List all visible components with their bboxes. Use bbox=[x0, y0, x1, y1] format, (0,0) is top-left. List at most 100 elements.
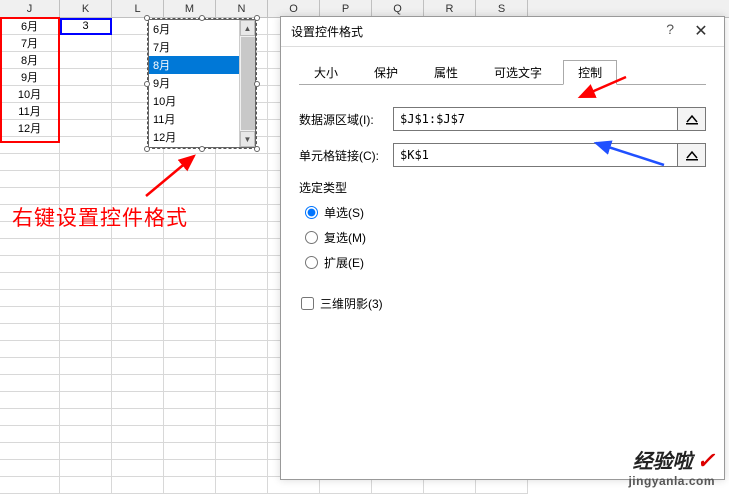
cell[interactable] bbox=[216, 256, 268, 273]
cell[interactable] bbox=[0, 137, 60, 154]
listbox-scrollbar[interactable]: ▲ ▼ bbox=[239, 20, 255, 147]
col-header-L[interactable]: L bbox=[112, 0, 164, 17]
cell[interactable] bbox=[164, 307, 216, 324]
cell[interactable] bbox=[164, 392, 216, 409]
cell[interactable] bbox=[112, 392, 164, 409]
cell[interactable] bbox=[164, 256, 216, 273]
scroll-up-button[interactable]: ▲ bbox=[240, 20, 255, 36]
cell[interactable] bbox=[112, 171, 164, 188]
cell[interactable] bbox=[112, 273, 164, 290]
cell[interactable] bbox=[0, 341, 60, 358]
col-header-P[interactable]: P bbox=[320, 0, 372, 17]
cell[interactable] bbox=[164, 154, 216, 171]
cell[interactable] bbox=[216, 324, 268, 341]
handle-right[interactable] bbox=[254, 81, 260, 87]
cell[interactable]: 12月 bbox=[0, 120, 60, 137]
col-header-R[interactable]: R bbox=[424, 0, 476, 17]
selection-type-radio[interactable] bbox=[305, 256, 318, 269]
tab-properties[interactable]: 属性 bbox=[419, 60, 473, 85]
cell[interactable]: 7月 bbox=[0, 35, 60, 52]
cell[interactable] bbox=[112, 358, 164, 375]
cell[interactable] bbox=[216, 460, 268, 477]
handle-bottom-right[interactable] bbox=[254, 146, 260, 152]
cell[interactable] bbox=[216, 392, 268, 409]
dialog-titlebar[interactable]: 设置控件格式 ? ✕ bbox=[281, 17, 724, 47]
cell[interactable] bbox=[60, 409, 112, 426]
handle-top-left[interactable] bbox=[144, 15, 150, 21]
cell-link-input[interactable] bbox=[393, 143, 678, 167]
cell[interactable] bbox=[0, 409, 60, 426]
col-header-O[interactable]: O bbox=[268, 0, 320, 17]
cell[interactable] bbox=[216, 290, 268, 307]
cell[interactable] bbox=[0, 443, 60, 460]
cell[interactable] bbox=[112, 341, 164, 358]
cell[interactable] bbox=[112, 426, 164, 443]
cell[interactable] bbox=[60, 460, 112, 477]
cell[interactable]: 10月 bbox=[0, 86, 60, 103]
cell[interactable] bbox=[216, 477, 268, 494]
cell[interactable] bbox=[112, 375, 164, 392]
cell[interactable] bbox=[60, 443, 112, 460]
cell[interactable] bbox=[164, 273, 216, 290]
cell[interactable] bbox=[0, 290, 60, 307]
cell[interactable] bbox=[0, 460, 60, 477]
cell[interactable]: 3 bbox=[60, 18, 112, 35]
cell[interactable] bbox=[60, 256, 112, 273]
cell[interactable] bbox=[164, 171, 216, 188]
shadow-checkbox[interactable] bbox=[301, 297, 314, 310]
col-header-S[interactable]: S bbox=[476, 0, 528, 17]
help-button[interactable]: ? bbox=[666, 21, 674, 37]
cell[interactable] bbox=[112, 409, 164, 426]
cell[interactable] bbox=[60, 477, 112, 494]
cell[interactable] bbox=[0, 375, 60, 392]
scroll-down-button[interactable]: ▼ bbox=[240, 131, 255, 147]
cell[interactable] bbox=[216, 409, 268, 426]
handle-top[interactable] bbox=[199, 15, 205, 21]
cell[interactable] bbox=[164, 324, 216, 341]
cell[interactable] bbox=[60, 35, 112, 52]
source-range-picker-button[interactable] bbox=[678, 107, 706, 131]
cell[interactable] bbox=[112, 477, 164, 494]
cell[interactable]: 9月 bbox=[0, 69, 60, 86]
cell[interactable] bbox=[60, 52, 112, 69]
handle-bottom[interactable] bbox=[199, 146, 205, 152]
cell[interactable]: 11月 bbox=[0, 103, 60, 120]
selection-type-radio[interactable] bbox=[305, 231, 318, 244]
cell[interactable] bbox=[216, 222, 268, 239]
cell[interactable] bbox=[0, 324, 60, 341]
cell[interactable] bbox=[60, 358, 112, 375]
cell[interactable] bbox=[216, 188, 268, 205]
cell[interactable] bbox=[112, 256, 164, 273]
cell[interactable] bbox=[216, 239, 268, 256]
tab-protection[interactable]: 保护 bbox=[359, 60, 413, 85]
cell[interactable] bbox=[164, 290, 216, 307]
cell[interactable] bbox=[60, 120, 112, 137]
tab-alttext[interactable]: 可选文字 bbox=[479, 60, 557, 85]
cell[interactable] bbox=[60, 103, 112, 120]
cell[interactable] bbox=[60, 239, 112, 256]
cell[interactable] bbox=[60, 137, 112, 154]
cell[interactable] bbox=[60, 86, 112, 103]
cell[interactable] bbox=[112, 443, 164, 460]
cell[interactable] bbox=[0, 256, 60, 273]
col-header-J[interactable]: J bbox=[0, 0, 60, 17]
cell[interactable] bbox=[164, 239, 216, 256]
cell[interactable] bbox=[216, 426, 268, 443]
source-range-input[interactable] bbox=[393, 107, 678, 131]
cell-link-picker-button[interactable] bbox=[678, 143, 706, 167]
selection-type-radio[interactable] bbox=[305, 206, 318, 219]
cell[interactable] bbox=[164, 477, 216, 494]
cell[interactable] bbox=[60, 171, 112, 188]
cell[interactable] bbox=[0, 171, 60, 188]
cell[interactable] bbox=[112, 324, 164, 341]
cell[interactable] bbox=[164, 341, 216, 358]
cell[interactable] bbox=[164, 375, 216, 392]
handle-left[interactable] bbox=[144, 81, 150, 87]
cell[interactable] bbox=[216, 171, 268, 188]
cell[interactable] bbox=[112, 154, 164, 171]
cell[interactable] bbox=[216, 154, 268, 171]
cell[interactable] bbox=[164, 426, 216, 443]
cell[interactable] bbox=[60, 69, 112, 86]
cell[interactable] bbox=[60, 290, 112, 307]
cell[interactable] bbox=[0, 426, 60, 443]
